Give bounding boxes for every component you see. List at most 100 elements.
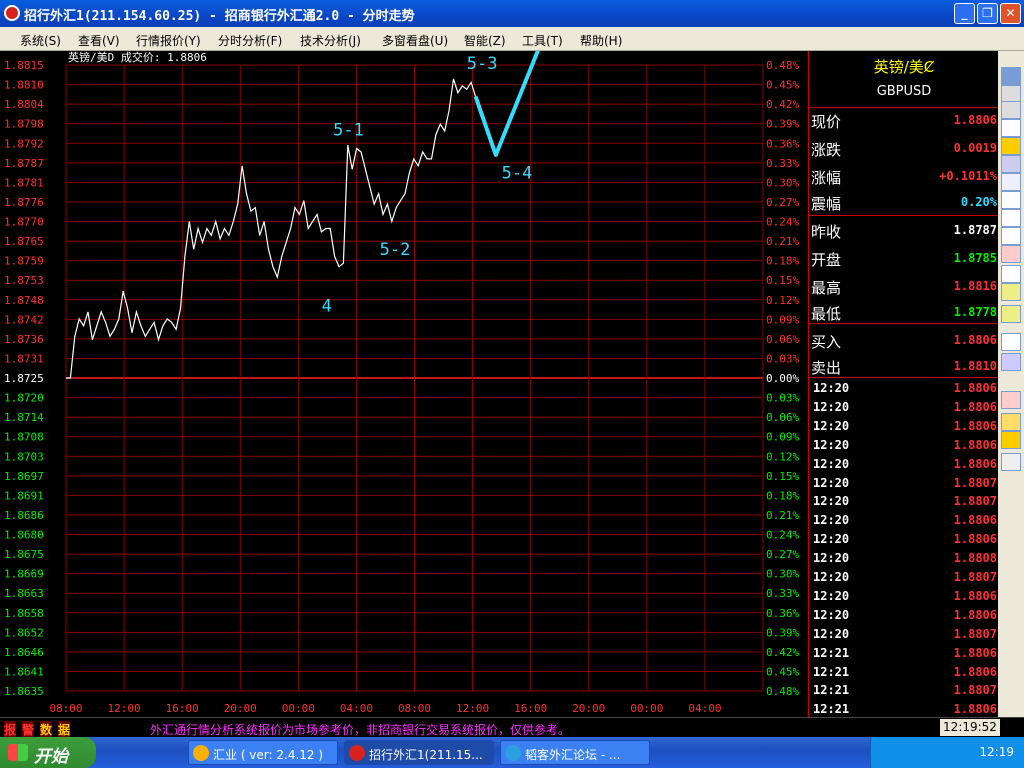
quote-value: 1.8787	[953, 223, 997, 237]
bar-chart-icon[interactable]	[1001, 245, 1021, 263]
x-tick-label: 12:00	[456, 702, 489, 715]
menu-bar: 系统(S) 查看(V) 行情报价(Y) 分时分析(F) 技术分析(J) 多窗看盘…	[0, 27, 1024, 51]
tick-row: 12:20 1.8807	[809, 625, 999, 644]
tick-time: 12:20	[813, 475, 850, 490]
app-logo-icon	[4, 5, 20, 21]
line-chart-icon[interactable]	[1001, 227, 1021, 245]
panel-arrow-icon[interactable]	[1001, 67, 1021, 85]
status-label-data2[interactable]: 据	[58, 721, 71, 738]
window-title: 招行外汇1(211.154.60.25) - 招商银行外汇通2.0 - 分时走势	[24, 9, 415, 24]
menu-multiwindow[interactable]: 多窗看盘(U)	[382, 32, 448, 49]
menu-quotes[interactable]: 行情报价(Y)	[136, 32, 201, 49]
tick-row: 12:20 1.8806	[809, 530, 999, 549]
tick-row: 12:20 1.8806	[809, 379, 999, 398]
y-tick-label-left: 1.8810	[4, 79, 44, 92]
y-tick-label-left: 1.8815	[4, 59, 44, 72]
quote-value: 1.8806	[953, 333, 997, 347]
calendar-icon[interactable]	[1001, 333, 1021, 351]
y-tick-label-right: 0.30%	[766, 568, 799, 581]
table-icon[interactable]	[1001, 173, 1021, 191]
y-tick-label-left: 1.8697	[4, 470, 44, 483]
y-tick-label-left: 1.8776	[4, 196, 44, 209]
tick-row: 12:20 1.8807	[809, 492, 999, 511]
tick-time: 12:21	[813, 683, 850, 698]
tick-price: 1.8807	[953, 494, 997, 509]
doc-icon[interactable]	[1001, 191, 1021, 209]
app-icon	[193, 745, 209, 761]
quote-row: 开盘 1.8785	[809, 245, 999, 271]
tick-time: 12:21	[813, 645, 850, 660]
windows-logo-icon	[8, 744, 28, 761]
y-tick-label-right: 0.39%	[766, 626, 799, 639]
news-icon[interactable]	[1001, 265, 1021, 283]
y-tick-label-left: 1.8691	[4, 489, 44, 502]
status-label-data[interactable]: 数	[40, 721, 53, 738]
y-tick-label-right: 0.42%	[766, 646, 799, 659]
quote-value: 1.8785	[953, 251, 997, 265]
ruler-icon[interactable]	[1001, 391, 1021, 409]
restore-button[interactable]: ❐	[977, 3, 998, 24]
y-tick-label-right: 0.39%	[766, 118, 799, 131]
tick-price: 1.8806	[953, 513, 997, 528]
y-tick-label-right: 0.03%	[766, 392, 799, 405]
layout2-icon[interactable]	[1001, 305, 1021, 323]
quote-label: 现价	[811, 113, 842, 131]
task-forum[interactable]: 韬客外汇论坛 - ...	[500, 740, 650, 765]
y-tick-label-right: 0.21%	[766, 235, 799, 248]
wave-annotation: 5-4	[502, 163, 533, 183]
menu-help[interactable]: 帮助(H)	[580, 32, 622, 49]
y-tick-label-left: 1.8714	[4, 411, 44, 424]
y-tick-label-right: 0.33%	[766, 587, 799, 600]
tick-row: 12:20 1.8807	[809, 568, 999, 587]
warning-icon[interactable]	[1001, 431, 1021, 449]
x-tick-label: 08:00	[49, 702, 82, 715]
wave-annotation: 5-2	[380, 240, 411, 260]
chart-header-label: 英镑/美D 成交价: 1.8806	[68, 51, 207, 64]
layout-icon[interactable]	[1001, 283, 1021, 301]
left-arrow-icon[interactable]	[1001, 137, 1021, 155]
pen-icon[interactable]	[1001, 413, 1021, 431]
menu-smart[interactable]: 智能(Z)	[464, 32, 506, 49]
zoom-icon[interactable]	[1001, 453, 1021, 471]
y-tick-label-left: 1.8646	[4, 646, 44, 659]
wave-annotation: 5-3	[467, 54, 498, 74]
list-icon[interactable]	[1001, 119, 1021, 137]
quote-value: 1.8806	[953, 113, 997, 127]
menu-tools[interactable]: 工具(T)	[522, 32, 563, 49]
tick-row: 12:20 1.8806	[809, 587, 999, 606]
tick-row: 12:20 1.8806	[809, 417, 999, 436]
divider	[809, 215, 999, 216]
tick-time: 12:20	[813, 588, 850, 603]
status-label-alarm2[interactable]: 警	[22, 721, 35, 738]
task-huiye[interactable]: 汇业 ( ver: 2.4.12 )	[188, 740, 338, 765]
chart-icon[interactable]	[1001, 155, 1021, 173]
quote-row: 涨幅 +0.1011%	[809, 163, 999, 189]
y-tick-label-right: 0.18%	[766, 489, 799, 502]
y-tick-label-right: 0.27%	[766, 548, 799, 561]
close-button[interactable]: ✕	[1000, 3, 1021, 24]
quote-label: 开盘	[811, 251, 842, 269]
tick-price: 1.8806	[953, 418, 997, 433]
x-tick-label: 20:00	[572, 702, 605, 715]
grid-icon[interactable]	[1001, 209, 1021, 227]
menu-system[interactable]: 系统(S)	[20, 32, 61, 49]
status-label-alarm[interactable]: 报	[4, 721, 17, 738]
quote-value: 0.0019	[953, 141, 997, 155]
start-button[interactable]: 开始	[0, 737, 96, 768]
tick-row: 12:20 1.8807	[809, 474, 999, 493]
report-icon[interactable]	[1001, 353, 1021, 371]
tick-time: 12:20	[813, 607, 850, 622]
menu-technical[interactable]: 技术分析(J)	[300, 32, 361, 49]
y-tick-label-right: 0.48%	[766, 59, 799, 72]
y-tick-label-right: 0.42%	[766, 98, 799, 111]
intraday-chart[interactable]: 1.8815 1.8810 1.8804 1.8798 1.8792 1.8787 1.87…	[0, 10, 808, 717]
tick-time: 12:20	[813, 437, 850, 452]
menu-timeshare[interactable]: 分时分析(F)	[218, 32, 282, 49]
menu-view[interactable]: 查看(V)	[78, 32, 120, 49]
tick-row: 12:20 1.8806	[809, 606, 999, 625]
down-arrow-icon[interactable]	[1001, 101, 1021, 119]
tick-time: 12:20	[813, 626, 850, 641]
tick-time: 12:20	[813, 418, 850, 433]
task-cmb-fx[interactable]: 招行外汇1(211.15...	[344, 740, 494, 765]
minimize-button[interactable]: _	[954, 3, 975, 24]
